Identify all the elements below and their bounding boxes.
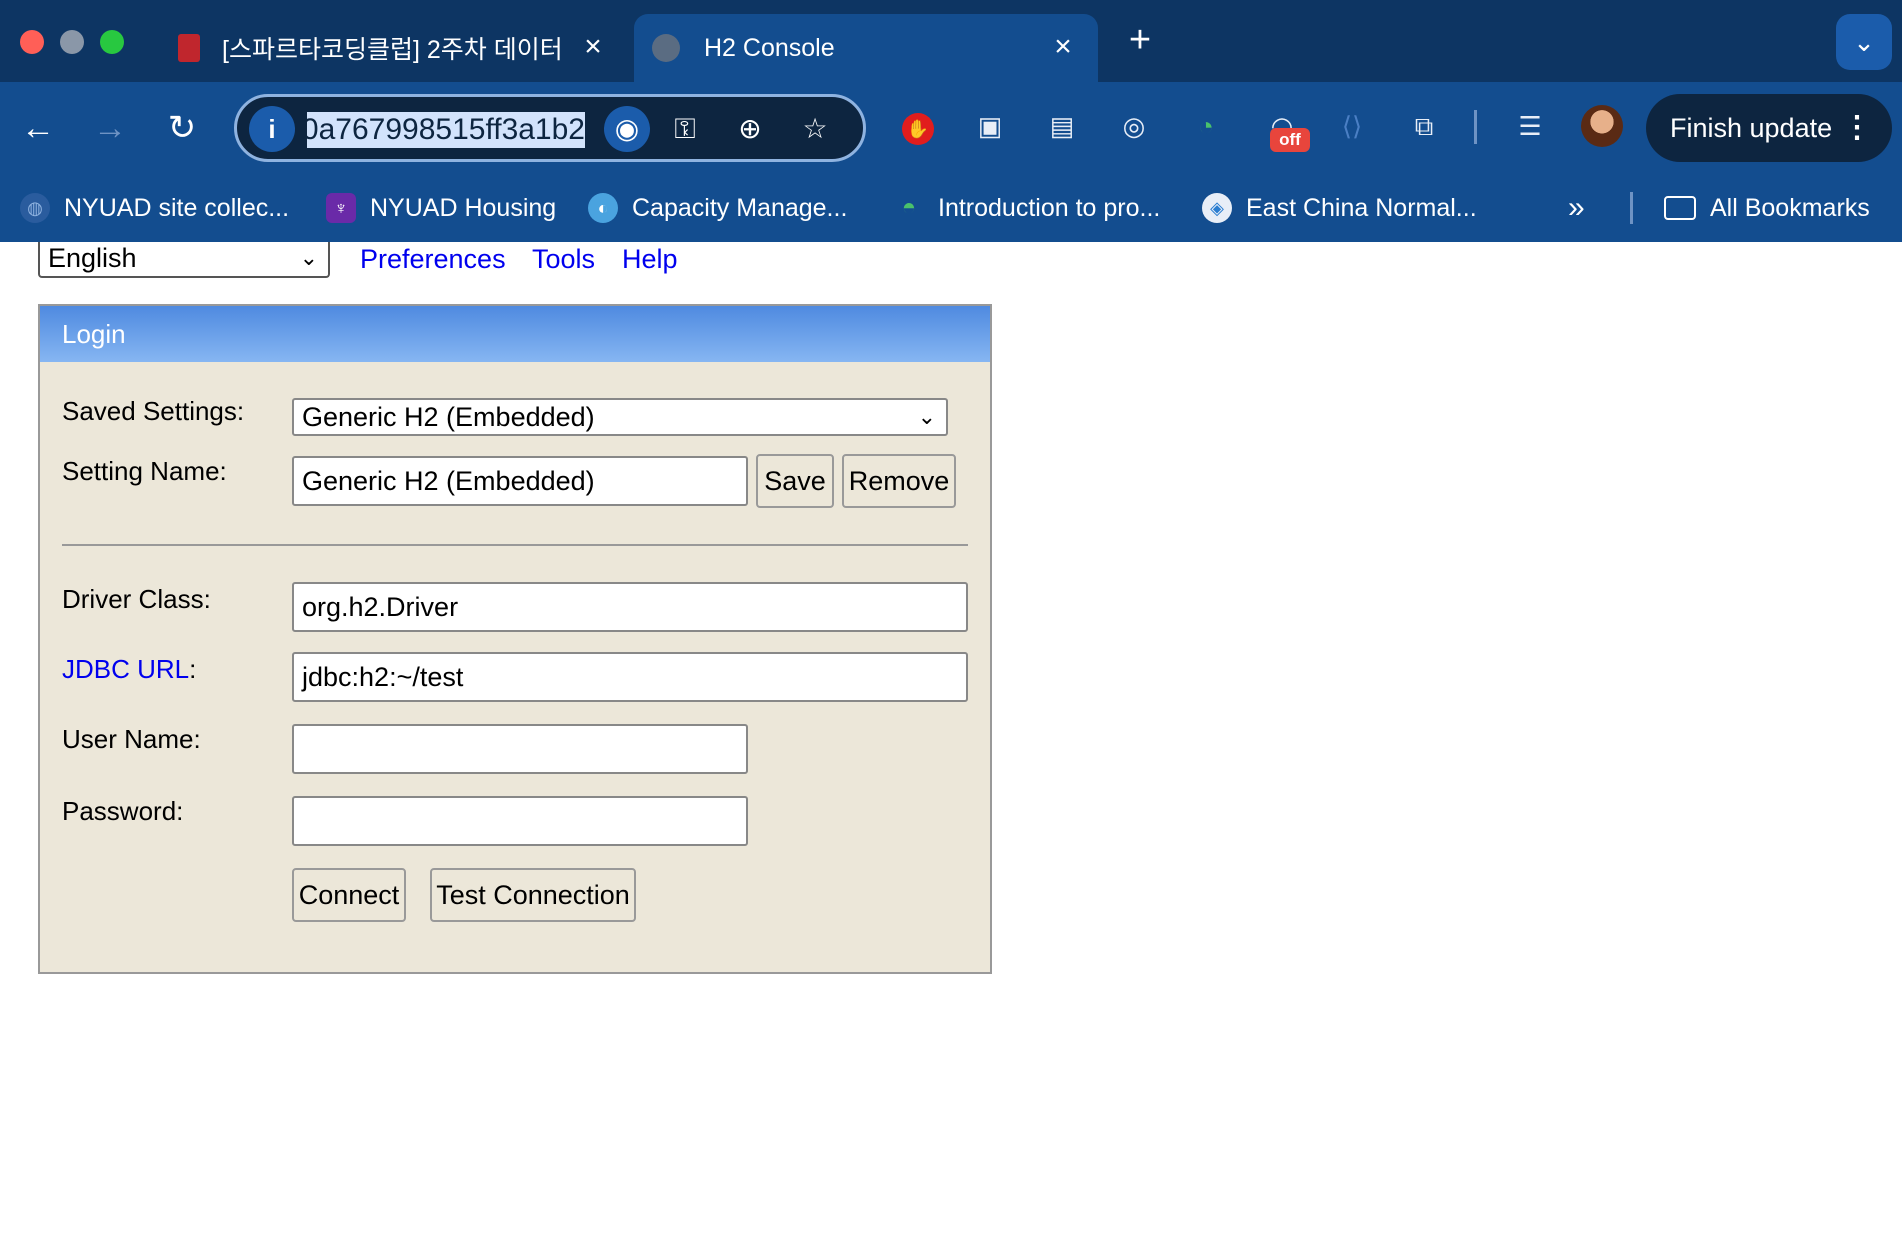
- help-link[interactable]: Help: [622, 242, 678, 278]
- bookmark-label: East China Normal...: [1246, 193, 1477, 222]
- login-panel: Login Saved Settings: Generic H2 (Embedd…: [38, 304, 992, 974]
- more-menu-icon[interactable]: ⋮: [1842, 94, 1872, 162]
- reading-list-icon[interactable]: ☰: [1508, 104, 1552, 148]
- extension-stop-icon[interactable]: ✋: [896, 104, 940, 148]
- forward-button[interactable]: →: [88, 106, 132, 150]
- ecnu-icon: ◈: [1202, 193, 1232, 223]
- minimize-window-button[interactable]: [60, 30, 84, 54]
- extension-timer-icon[interactable]: ◔: [1184, 104, 1228, 148]
- back-button[interactable]: ←: [16, 106, 60, 150]
- save-button[interactable]: Save: [756, 454, 834, 508]
- password-key-icon[interactable]: ⚿: [662, 106, 708, 152]
- address-bar[interactable]: i b70fe2ba0a767998515ff3a1b2 ◉ ⚿ ⊕ ☆: [234, 94, 866, 162]
- torch-icon: ♆: [326, 193, 356, 223]
- tab-h2-console[interactable]: H2 Console ×: [634, 14, 1098, 82]
- finish-update-label: Finish update: [1670, 113, 1833, 143]
- tab-sparta-coding[interactable]: [스파르타코딩클럽] 2주차 데이터베 ×: [160, 14, 628, 82]
- bookmark-nyuad-site[interactable]: ◍ NYUAD site collec...: [20, 182, 289, 234]
- bookmark-star-icon[interactable]: ☆: [792, 106, 838, 152]
- all-bookmarks-label: All Bookmarks: [1710, 193, 1870, 222]
- android-icon: ◓: [901, 194, 917, 221]
- toolbar-divider: [1474, 110, 1477, 144]
- book-icon: [178, 34, 200, 62]
- driver-class-input[interactable]: org.h2.Driver: [292, 582, 968, 632]
- jdbc-url-label: JDBC URL:: [62, 654, 196, 685]
- tab-strip: [스파르타코딩클럽] 2주차 데이터베 × H2 Console × + ⌄: [0, 0, 1902, 82]
- extension-page-icon[interactable]: ▤: [1040, 104, 1084, 148]
- reload-button[interactable]: ↻: [160, 106, 204, 150]
- more-bookmarks-icon[interactable]: »: [1568, 182, 1585, 234]
- globe-icon: [652, 34, 680, 62]
- bookmark-label: Capacity Manage...: [632, 193, 848, 222]
- finish-update-button[interactable]: Finish update ⋮: [1646, 94, 1892, 162]
- url-text[interactable]: b70fe2ba0a767998515ff3a1b2: [307, 112, 585, 148]
- tab-search-button[interactable]: ⌄: [1836, 14, 1892, 70]
- login-header: Login: [40, 306, 990, 362]
- site-info-icon[interactable]: i: [249, 106, 295, 152]
- section-divider: [62, 544, 968, 546]
- bookmark-label: Introduction to pro...: [938, 193, 1161, 222]
- off-badge: off: [1270, 128, 1310, 152]
- bookmark-label: NYUAD Housing: [370, 193, 557, 222]
- jdbc-url-help-link[interactable]: JDBC URL: [62, 654, 189, 684]
- setting-name-input[interactable]: Generic H2 (Embedded): [292, 456, 748, 506]
- bookmark-capacity-manage[interactable]: ◐ Capacity Manage...: [588, 182, 847, 234]
- jdbc-url-colon: :: [189, 654, 197, 684]
- extension-document-lock-icon[interactable]: ▣: [968, 104, 1012, 148]
- driver-class-label: Driver Class:: [62, 584, 211, 614]
- saved-settings-select[interactable]: Generic H2 (Embedded) ⌄: [292, 398, 948, 436]
- tab-title: [스파르타코딩클럽] 2주차 데이터베: [222, 36, 562, 64]
- close-window-button[interactable]: [20, 30, 44, 54]
- bookmarks-divider: [1630, 192, 1633, 224]
- new-tab-button[interactable]: +: [1120, 20, 1160, 60]
- setting-name-label: Setting Name:: [62, 456, 227, 486]
- google-lens-icon[interactable]: ◉: [604, 106, 650, 152]
- nyuad-icon: ◍: [20, 193, 50, 223]
- preferences-link[interactable]: Preferences: [360, 242, 506, 278]
- test-connection-button[interactable]: Test Connection: [430, 868, 636, 922]
- user-name-input[interactable]: [292, 724, 748, 774]
- tab-title: H2 Console: [704, 33, 835, 62]
- close-tab-icon[interactable]: ×: [1048, 32, 1078, 62]
- password-label: Password:: [62, 796, 184, 826]
- profile-avatar[interactable]: [1581, 105, 1623, 147]
- bookmarks-bar: ◍ NYUAD site collec... ♆ NYUAD Housing ◐ Ca…: [0, 182, 1902, 234]
- zoom-icon[interactable]: ⊕: [727, 106, 773, 152]
- bookmark-nyuad-housing[interactable]: ♆ NYUAD Housing: [326, 182, 556, 234]
- remove-button[interactable]: Remove: [842, 454, 956, 508]
- saved-settings-label: Saved Settings:: [62, 396, 245, 426]
- tools-link[interactable]: Tools: [532, 242, 595, 278]
- saved-settings-value: Generic H2 (Embedded): [302, 402, 595, 432]
- globe-icon: ◐: [588, 193, 618, 223]
- bookmark-label: NYUAD site collec...: [64, 193, 290, 222]
- extension-owl-icon[interactable]: ◎: [1112, 104, 1156, 148]
- bookmark-introduction[interactable]: ◓ Introduction to pro...: [894, 182, 1161, 234]
- extension-off-icon[interactable]: ◠ off: [1260, 104, 1310, 152]
- browser-chrome: [스파르타코딩클럽] 2주차 데이터베 × H2 Console × + ⌄ ←…: [0, 0, 1902, 242]
- folder-icon: [1664, 196, 1696, 220]
- h2-console-page: English ⌄ Preferences Tools Help Login S…: [0, 242, 1902, 1246]
- all-bookmarks-button[interactable]: All Bookmarks: [1664, 182, 1870, 234]
- password-input[interactable]: [292, 796, 748, 846]
- bookmark-east-china-normal[interactable]: ◈ East China Normal...: [1202, 182, 1477, 234]
- extensions-puzzle-icon[interactable]: ⧉: [1402, 104, 1446, 148]
- chevron-down-icon: ⌄: [299, 245, 318, 270]
- zoom-window-button[interactable]: [100, 30, 124, 54]
- connect-button[interactable]: Connect: [292, 868, 406, 922]
- language-select[interactable]: English ⌄: [38, 242, 330, 278]
- jdbc-url-input[interactable]: jdbc:h2:~/test: [292, 652, 968, 702]
- chevron-down-icon: ⌄: [917, 404, 936, 429]
- language-value: English: [48, 243, 137, 273]
- close-tab-icon[interactable]: ×: [578, 32, 608, 62]
- user-name-label: User Name:: [62, 724, 201, 754]
- extension-bracket-icon[interactable]: ⟨⟩: [1330, 104, 1374, 148]
